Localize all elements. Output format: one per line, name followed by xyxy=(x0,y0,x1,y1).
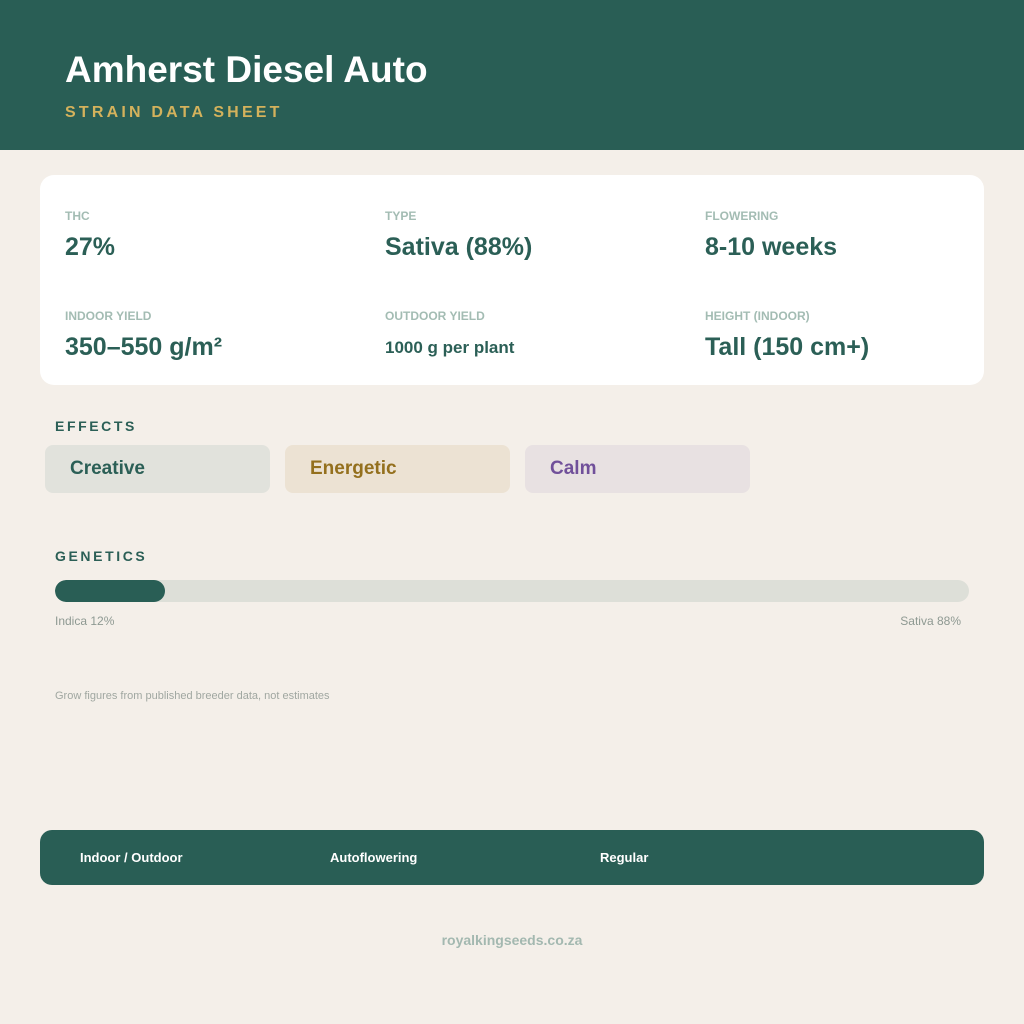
stat-label: HEIGHT (INDOOR) xyxy=(705,309,810,323)
stat-value: 350–550 g/m² xyxy=(65,333,223,361)
tag-seed-type: Regular xyxy=(600,850,649,865)
stat-value: 8-10 weeks xyxy=(705,233,838,261)
stats-card: THC 27% TYPE Sativa (88%) FLOWERING 8-10… xyxy=(40,175,984,385)
stat-value: Tall (150 cm+) xyxy=(705,333,870,361)
stat-value: 27% xyxy=(65,233,116,261)
page-subtitle: STRAIN DATA SHEET xyxy=(65,104,283,121)
genetics-heading: GENETICS xyxy=(55,548,148,564)
indica-caption: Indica 12% xyxy=(55,614,115,628)
indica-fill xyxy=(55,580,165,602)
source-note: Grow figures from published breeder data… xyxy=(55,690,330,702)
stat-label: TYPE xyxy=(385,209,417,223)
sativa-caption: Sativa 88% xyxy=(900,614,961,628)
stat-label: FLOWERING xyxy=(705,209,779,223)
strain-data-sheet: Amherst Diesel Auto STRAIN DATA SHEET TH… xyxy=(0,0,1024,1024)
effect-tag-calm: Calm xyxy=(525,445,750,493)
stat-outdoor-yield: OUTDOOR YIELD 1000 g per plant xyxy=(385,309,514,360)
stat-flowering: FLOWERING 8-10 weeks xyxy=(705,209,837,262)
header: Amherst Diesel Auto STRAIN DATA SHEET xyxy=(0,0,1024,150)
tag-flowering-type: Autoflowering xyxy=(330,850,418,865)
stat-type: TYPE Sativa (88%) xyxy=(385,209,532,262)
stat-label: OUTDOOR YIELD xyxy=(385,309,485,323)
website-link[interactable]: royalkingseeds.co.za xyxy=(0,932,1024,948)
stat-height: HEIGHT (INDOOR) Tall (150 cm+) xyxy=(705,309,869,362)
effect-tag-creative: Creative xyxy=(45,445,270,493)
stat-value: Sativa (88%) xyxy=(385,233,533,261)
stat-indoor-yield: INDOOR YIELD 350–550 g/m² xyxy=(65,309,222,362)
stat-thc: THC 27% xyxy=(65,209,115,262)
tag-environment: Indoor / Outdoor xyxy=(80,850,183,865)
page-title: Amherst Diesel Auto xyxy=(65,49,428,90)
stat-value: 1000 g per plant xyxy=(385,338,515,357)
stat-label: INDOOR YIELD xyxy=(65,309,152,323)
stat-label: THC xyxy=(65,209,90,223)
effects-heading: EFFECTS xyxy=(55,418,137,434)
effect-tag-energetic: Energetic xyxy=(285,445,510,493)
footer-bar: Indoor / Outdoor Autoflowering Regular xyxy=(40,830,984,885)
genetics-bar xyxy=(55,580,969,602)
